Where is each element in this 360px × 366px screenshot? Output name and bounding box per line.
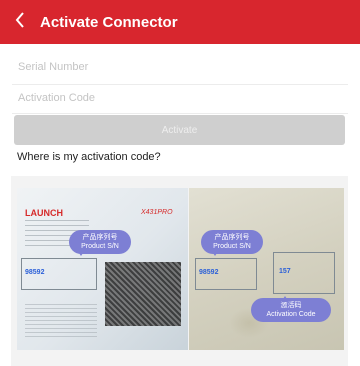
title-bar: Activate Connector xyxy=(0,0,360,44)
product-brand: X431PRO xyxy=(141,209,173,216)
qr-pattern xyxy=(105,262,181,326)
divider xyxy=(12,113,348,114)
label-photo-left: LAUNCH X431PRO 98592 产品序列号 Product S/N xyxy=(17,188,188,350)
label-fine-print xyxy=(25,304,97,340)
activation-code-value: 157 xyxy=(279,268,291,275)
serial-number-input[interactable] xyxy=(18,52,342,82)
activate-button[interactable]: Activate xyxy=(14,115,345,145)
serial-number-value: 98592 xyxy=(25,269,45,276)
chevron-left-icon xyxy=(15,11,25,33)
product-sn-callout: 产品序列号 Product S/N xyxy=(201,230,263,256)
serial-number-value: 98592 xyxy=(199,269,219,276)
activation-code-callout: 激活码 Activation Code xyxy=(251,296,331,322)
back-button[interactable] xyxy=(6,0,34,44)
launch-logo: LAUNCH xyxy=(25,208,63,218)
activation-help-text: Where is my activation code? xyxy=(17,151,161,163)
product-sn-callout: 产品序列号 Product S/N xyxy=(69,230,131,256)
page-title: Activate Connector xyxy=(40,13,178,31)
label-photo-right: 98592 157 产品序列号 Product S/N 激活码 Activati… xyxy=(189,188,344,350)
activation-code-input[interactable] xyxy=(18,83,342,113)
